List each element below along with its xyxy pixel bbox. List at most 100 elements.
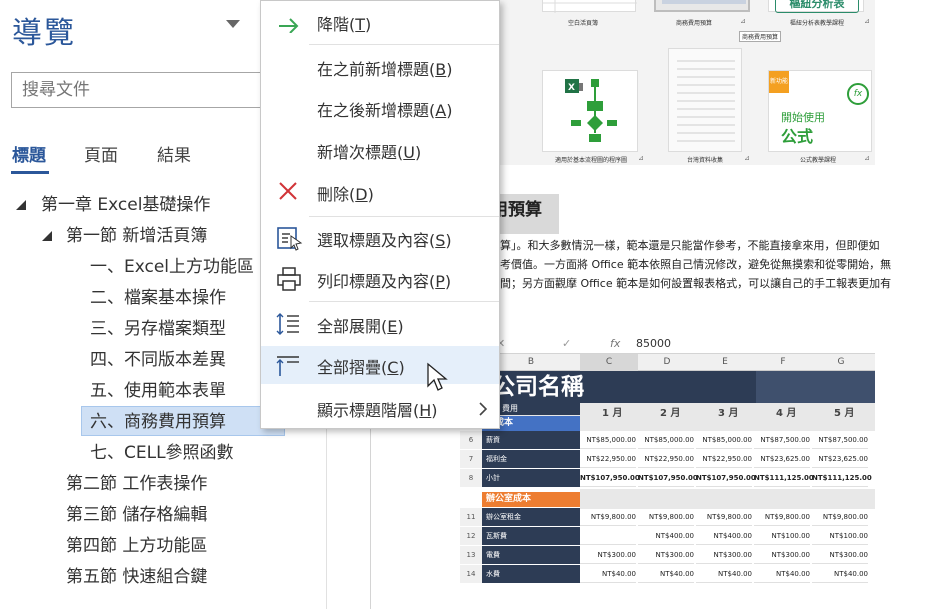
- caption: 適用於基本流程圖的程序圖: [555, 157, 628, 164]
- data-cell: NT$40.00: [638, 565, 694, 583]
- collapse-all-icon: [276, 356, 299, 376]
- delete-x-icon: [279, 182, 297, 200]
- menu-item-label: 列印標題及內容(P): [317, 272, 452, 291]
- data-cell: NT$107,950.00: [580, 469, 640, 487]
- pin-icon[interactable]: ⊿: [638, 154, 644, 162]
- column-headers: B C D E F G: [460, 354, 875, 371]
- tree-item-section-4[interactable]: 第四節 上方功能區: [66, 531, 207, 561]
- row-number: 8: [460, 469, 482, 487]
- formula-bar: ✕ ✓ fx 85000: [460, 334, 875, 354]
- tab-pages[interactable]: 頁面: [84, 141, 118, 166]
- tree-item[interactable]: 七、CELL參照函數: [90, 438, 234, 468]
- paragraph-line: 算」。和大多數情況一樣，範本還是只能當作參考，不能直接拿來用，但即便如: [500, 239, 880, 252]
- tree-item-section-2[interactable]: 第二節 工作表操作: [66, 469, 207, 499]
- data-cell: NT$107,950.00: [638, 469, 698, 487]
- data-cell: NT$40.00: [812, 565, 868, 583]
- template-tile-business-budget[interactable]: [654, 0, 750, 12]
- data-cell: NT$9,800.00: [638, 508, 694, 526]
- tree-item[interactable]: 五、使用範本表單: [90, 376, 226, 406]
- mouse-cursor-icon: [427, 362, 448, 391]
- row-label: 瓦斯費: [482, 527, 580, 545]
- fx-icon: fx: [847, 83, 869, 105]
- template-tile-pivot[interactable]: 樞紐分析表: [768, 0, 864, 13]
- data-cell: NT$100.00: [812, 527, 868, 545]
- row-label: 小計: [482, 469, 580, 487]
- data-cell: NT$9,800.00: [696, 508, 752, 526]
- template-tile-formula[interactable]: 新功能 fx 開始使用 公式: [768, 70, 872, 152]
- heading-context-menu: 降階(T) 在之前新增標題(B) 在之後新增標題(A) 新增次標題(U) 刪除(…: [260, 0, 500, 429]
- menu-item-expand-all[interactable]: 全部展開(E): [261, 305, 499, 343]
- menu-item-label: 選取標題及內容(S): [317, 231, 452, 250]
- section-label: 辦公室成本: [482, 492, 580, 507]
- tree-item[interactable]: 三、另存檔案類型: [90, 314, 226, 344]
- spreadsheet-image: ✕ ✓ fx 85000 B C D E F G 公司名稱 費用 1 月 2 月…: [460, 334, 875, 587]
- tree-item[interactable]: 二、檔案基本操作: [90, 283, 226, 313]
- data-cell: NT$23,625.00: [754, 450, 810, 468]
- row-label: 辦公室租金: [482, 508, 580, 526]
- search-document-input[interactable]: [11, 72, 271, 108]
- menu-item-collapse-all[interactable]: 全部摺疊(C): [261, 346, 499, 384]
- menu-item-select-heading-content[interactable]: 選取標題及內容(S): [261, 219, 499, 257]
- menu-item-label: 全部展開(E): [317, 317, 404, 336]
- row-label: 薪資: [482, 431, 580, 449]
- tree-item[interactable]: 四、不同版本差異: [90, 345, 226, 375]
- menu-item-label: 顯示標題階層(H): [317, 401, 438, 420]
- tree-item-selected[interactable]: 六、商務費用預算: [81, 406, 285, 436]
- template-tile-flowchart[interactable]: X: [542, 70, 638, 152]
- data-cell: NT$107,950.00: [696, 469, 756, 487]
- new-badge: 新功能: [769, 71, 789, 93]
- collapse-triangle-icon[interactable]: [42, 231, 52, 241]
- template-tile-blank: 7: [542, 0, 637, 13]
- template-tile-taiwan-data[interactable]: [668, 48, 742, 152]
- submenu-chevron-right-icon: [479, 402, 488, 416]
- collapse-triangle-icon[interactable]: [16, 200, 26, 210]
- paragraph-line: 考價值。一方面將 Office 範本依照自己情況修改，避免從無摸索和從零開始，無: [500, 258, 892, 271]
- pin-icon[interactable]: ⊿: [864, 154, 870, 162]
- data-cell: NT$111,125.00: [812, 469, 872, 487]
- tooltip: 商務費用預算: [739, 31, 782, 42]
- data-cell: NT$400.00: [638, 527, 694, 545]
- tab-results[interactable]: 結果: [157, 141, 191, 166]
- caption: 空白活頁簿: [568, 20, 599, 27]
- menu-item-label: 全部摺疊(C): [317, 358, 405, 377]
- formula-bar-enter-icon: ✓: [562, 337, 572, 350]
- flowchart-icon: X: [565, 79, 617, 142]
- row-label: 水費: [482, 565, 580, 583]
- data-cell: NT$40.00: [754, 565, 810, 583]
- nav-options-dropdown-icon[interactable]: [226, 20, 240, 28]
- row-number: 6: [460, 431, 482, 449]
- data-cell: NT$9,800.00: [812, 508, 868, 526]
- paragraph-line: 間；另方面觀摩 Office 範本是如何設置報表格式，可以讓自己的手工報表更加有: [500, 277, 892, 290]
- arrow-right-icon: [279, 18, 299, 33]
- tree-item[interactable]: 一、Excel上方功能區: [90, 252, 254, 282]
- data-cell: NT$400.00: [696, 527, 752, 545]
- tab-headings[interactable]: 標題: [12, 141, 46, 166]
- caption: 商務費用預算: [676, 20, 713, 27]
- menu-item-label: 降階(T): [317, 15, 372, 34]
- menu-item-demote[interactable]: 降階(T): [261, 1, 499, 39]
- data-cell: NT$22,950.00: [638, 450, 694, 468]
- menu-item-insert-heading-after[interactable]: 在之後新增標題(A): [261, 89, 499, 127]
- menu-item-label: 刪除(D): [317, 185, 374, 204]
- pin-icon[interactable]: ⊿: [740, 17, 746, 25]
- company-name: 公司名稱: [492, 374, 584, 400]
- caption: 公式教學課程: [800, 157, 837, 164]
- row-number: 13: [460, 546, 482, 564]
- menu-item-show-heading-levels[interactable]: 顯示標題階層(H): [261, 389, 499, 427]
- tree-item-section-5[interactable]: 第五節 快速組合鍵: [66, 562, 207, 592]
- tree-item-section-1[interactable]: 第一節 新增活頁簿: [66, 221, 207, 251]
- printer-icon: [277, 267, 301, 291]
- data-cell: NT$85,000.00: [638, 431, 694, 449]
- tree-item-chapter-1[interactable]: 第一章 Excel基礎操作: [41, 190, 210, 220]
- pin-icon[interactable]: ⊿: [744, 154, 750, 162]
- data-cell: NT$111,125.00: [754, 469, 814, 487]
- data-cell: NT$300.00: [812, 546, 868, 564]
- pin-icon[interactable]: ⊿: [864, 17, 870, 25]
- menu-item-delete[interactable]: 刪除(D): [261, 173, 499, 211]
- data-cell: NT$40.00: [580, 565, 636, 583]
- data-cell: NT$300.00: [754, 546, 810, 564]
- menu-item-new-subheading[interactable]: 新增次標題(U): [261, 131, 499, 169]
- menu-item-insert-heading-before[interactable]: 在之前新增標題(B): [261, 48, 499, 86]
- tree-item-section-3[interactable]: 第三節 儲存格編輯: [66, 500, 207, 530]
- menu-item-print-heading-content[interactable]: 列印標題及內容(P): [261, 260, 499, 298]
